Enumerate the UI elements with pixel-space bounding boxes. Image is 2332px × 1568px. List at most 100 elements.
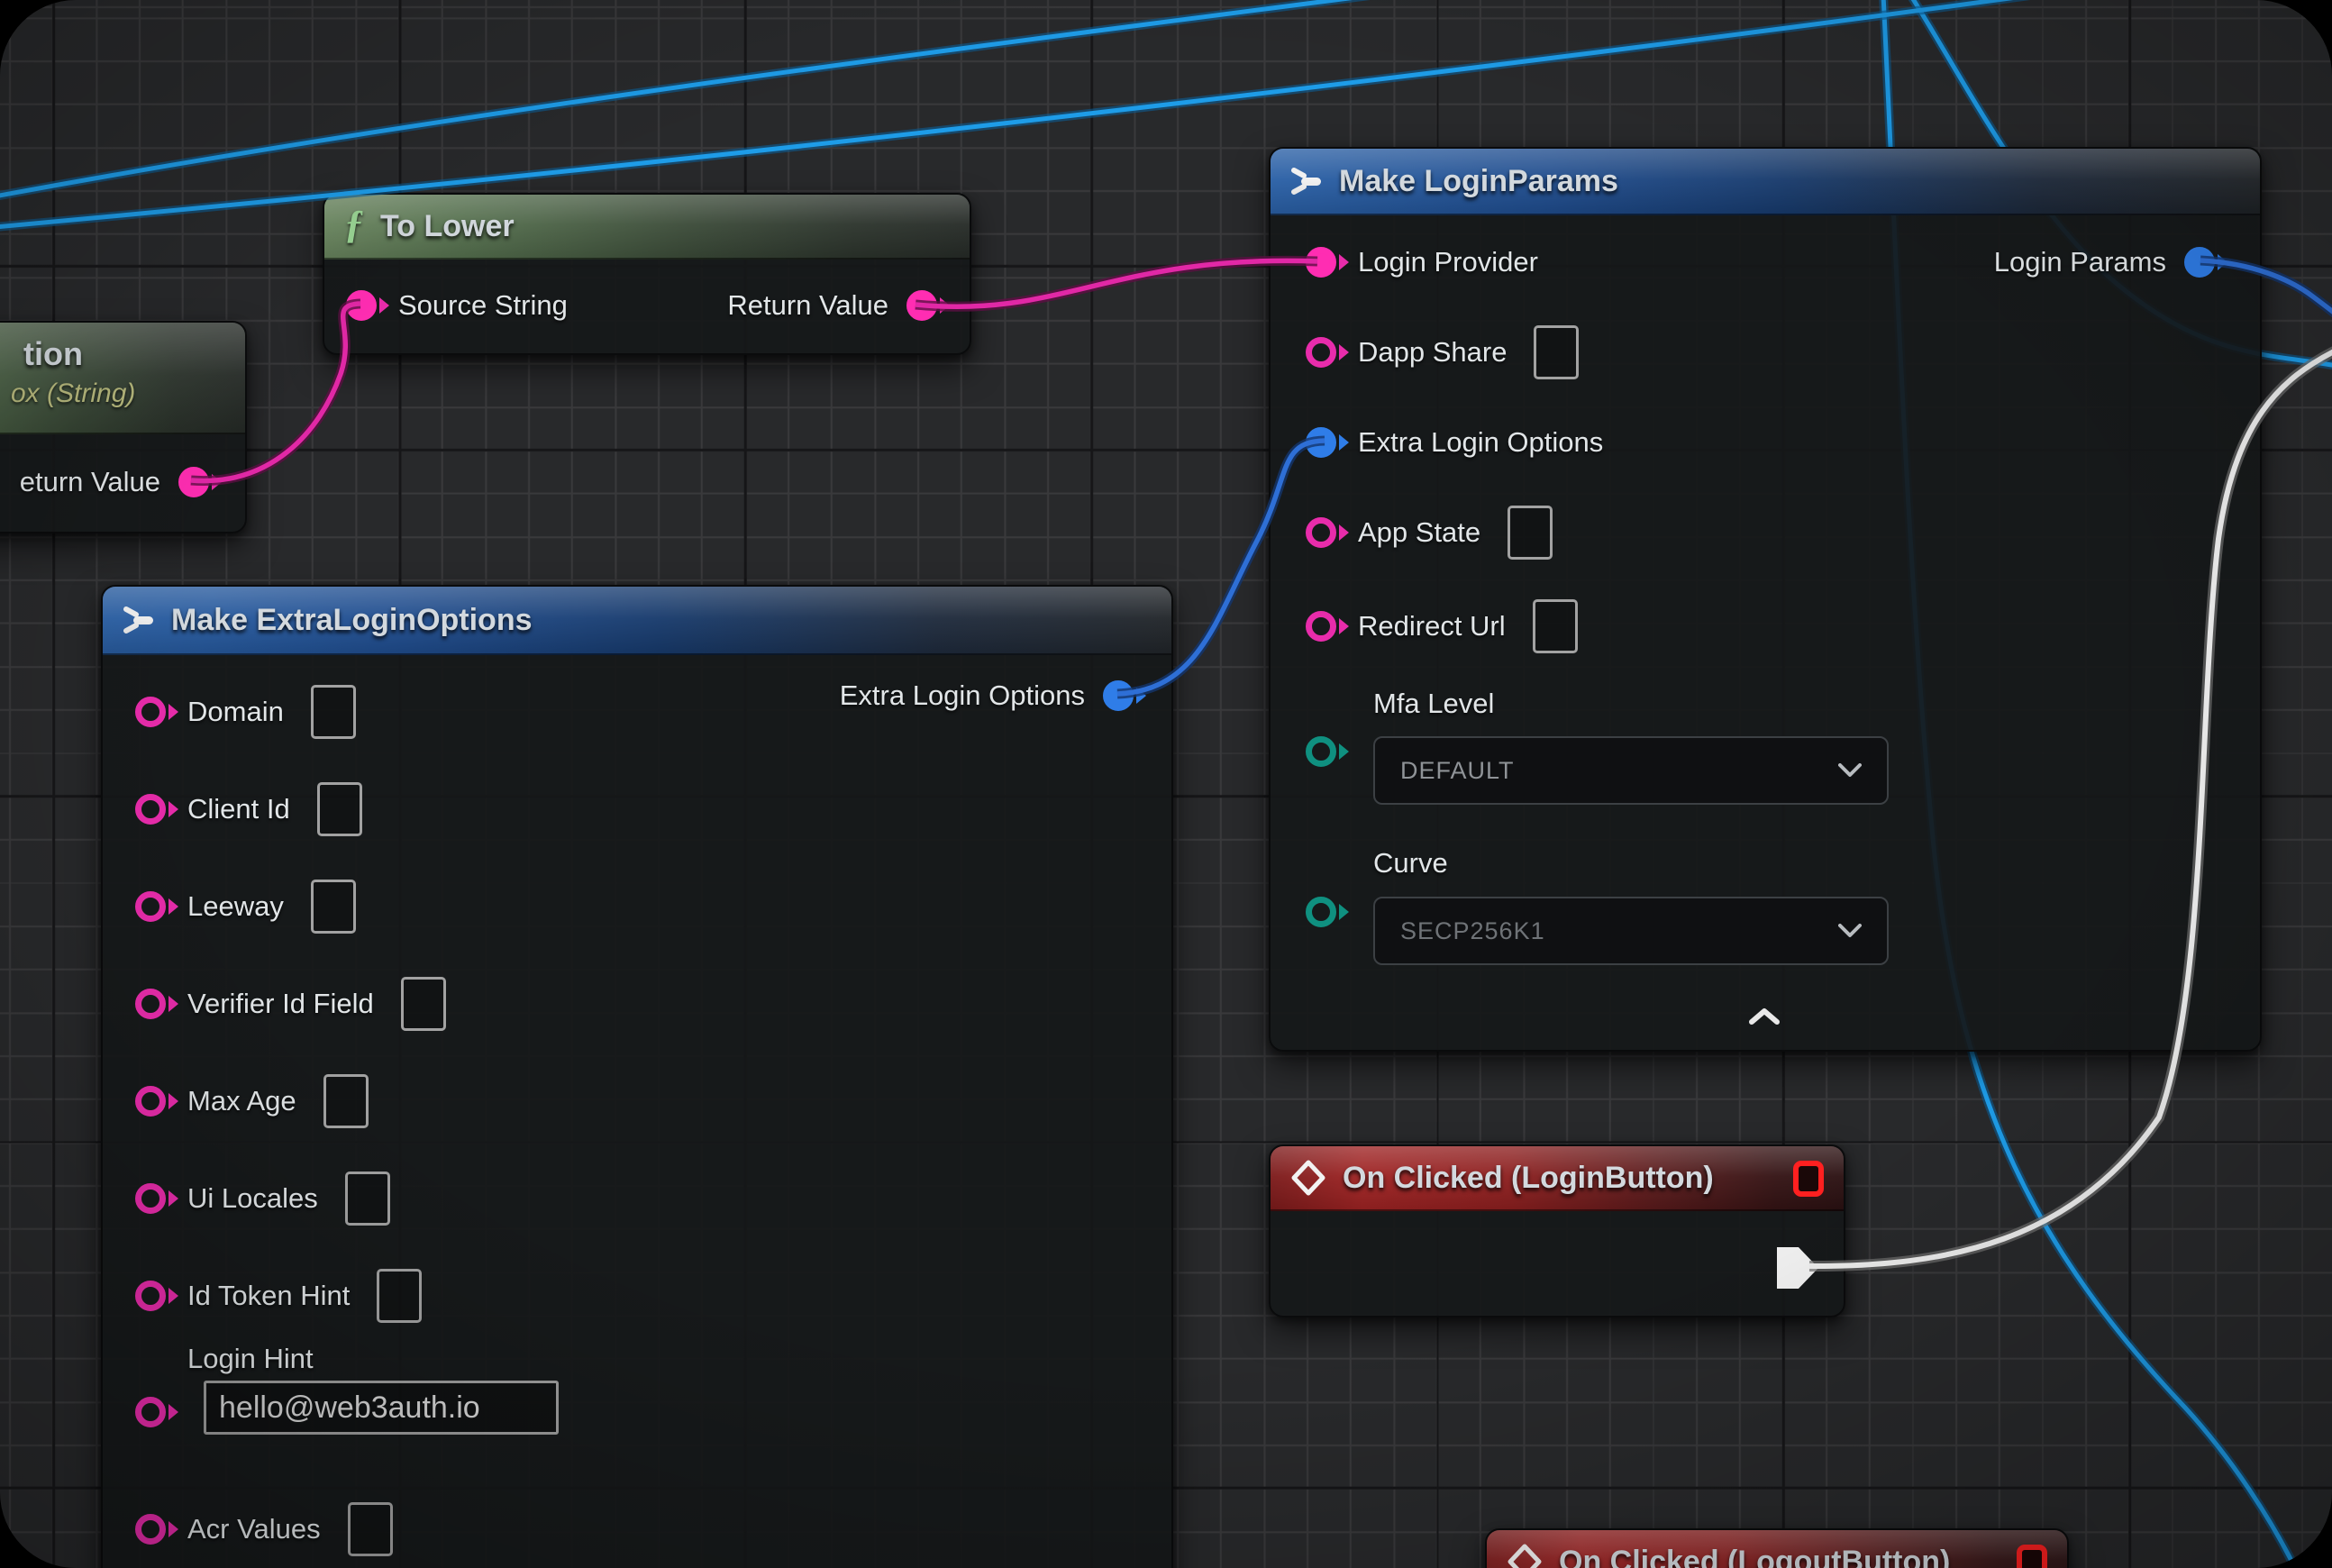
verifier-id-field-pin-label: Verifier Id Field: [187, 988, 374, 1020]
domain-input-pin[interactable]: [135, 697, 166, 727]
max-age-value-input[interactable]: [323, 1074, 369, 1128]
client-id-input-row: Client Id: [135, 782, 362, 836]
return-value-pin-label: eturn Value: [20, 466, 160, 498]
return-value-pin-label: Return Value: [727, 289, 888, 322]
dapp-share-pin-label: Dapp Share: [1358, 336, 1507, 369]
ui-locales-input-pin[interactable]: [135, 1183, 166, 1214]
client-id-pin-label: Client Id: [187, 793, 290, 825]
wire-to-lower-to-login-provider[interactable]: [915, 260, 1317, 306]
id-token-hint-pin-label: Id Token Hint: [187, 1280, 350, 1312]
ui-locales-pin-label: Ui Locales: [187, 1182, 318, 1215]
login-hint-input-pin[interactable]: [135, 1397, 166, 1427]
curve-dropdown[interactable]: SECP256K1: [1373, 897, 1889, 965]
source-string-input-row: Source String: [346, 289, 568, 322]
on-clicked-logout-header[interactable]: On Clicked (LogoutButton): [1487, 1530, 2067, 1568]
node-get-text-partial[interactable]: tion ox (String) eturn Value: [0, 321, 247, 533]
redirect-url-value-input[interactable]: [1533, 599, 1578, 653]
node-make-extra-login-options[interactable]: Make ExtraLoginOptions Extra Login Optio…: [101, 585, 1173, 1568]
curve-input-pin[interactable]: [1306, 897, 1336, 927]
debug-stop-icon[interactable]: [1793, 1161, 1824, 1197]
domain-input-row: Domain: [135, 685, 356, 739]
function-icon: ƒ: [344, 201, 364, 247]
return-value-output-pin[interactable]: [178, 467, 209, 497]
dapp-share-input-pin[interactable]: [1306, 337, 1336, 368]
make-login-params-title: Make LoginParams: [1339, 164, 1618, 199]
return-value-output-row: Return Value: [727, 289, 943, 322]
acr-values-input-row: Acr Values: [135, 1502, 393, 1556]
login-provider-input-row: Login Provider: [1306, 246, 1538, 278]
id-token-hint-input-row: Id Token Hint: [135, 1269, 422, 1323]
debug-stop-icon[interactable]: [2017, 1545, 2047, 1568]
domain-value-input[interactable]: [311, 685, 356, 739]
extra-login-options-input-pin[interactable]: [1306, 427, 1336, 458]
exec-output-pin[interactable]: [1777, 1247, 1818, 1289]
make-struct-icon: [123, 604, 155, 636]
return-value-output-pin[interactable]: [906, 290, 937, 321]
redirect-url-pin-label: Redirect Url: [1358, 610, 1506, 643]
on-clicked-login-header[interactable]: On Clicked (LoginButton): [1271, 1146, 1844, 1211]
client-id-input-pin[interactable]: [135, 794, 166, 825]
get-text-node-title: tion: [23, 335, 135, 373]
event-icon: [1507, 1544, 1543, 1568]
app-state-input-row: App State: [1306, 506, 1553, 560]
extra-login-options-pin-label: Extra Login Options: [840, 679, 1085, 712]
chevron-down-icon: [1838, 924, 1862, 938]
redirect-url-input-row: Redirect Url: [1306, 599, 1578, 653]
app-state-value-input[interactable]: [1508, 506, 1553, 560]
acr-values-pin-label: Acr Values: [187, 1513, 321, 1545]
verifier-id-field-value-input[interactable]: [401, 977, 446, 1031]
verifier-id-field-input-row: Verifier Id Field: [135, 977, 446, 1031]
dapp-share-input-row: Dapp Share: [1306, 325, 1579, 379]
node-on-clicked-login-button[interactable]: On Clicked (LoginButton): [1269, 1144, 1845, 1317]
login-hint-pin-label: Login Hint: [187, 1343, 559, 1375]
verifier-id-field-input-pin[interactable]: [135, 989, 166, 1019]
redirect-url-input-pin[interactable]: [1306, 611, 1336, 642]
make-login-params-header[interactable]: Make LoginParams: [1271, 149, 2260, 215]
app-state-pin-label: App State: [1358, 516, 1480, 549]
client-id-value-input[interactable]: [317, 782, 362, 836]
login-params-pin-label: Login Params: [1994, 246, 2166, 278]
dapp-share-value-input[interactable]: [1534, 325, 1579, 379]
login-hint-value-input[interactable]: hello@web3auth.io: [204, 1381, 559, 1435]
login-provider-input-pin[interactable]: [1306, 247, 1336, 278]
login-params-output-pin[interactable]: [2184, 247, 2215, 278]
acr-values-value-input[interactable]: [348, 1502, 393, 1556]
extra-login-options-output-row: Extra Login Options: [840, 679, 1132, 712]
blueprint-graph-canvas[interactable]: tion ox (String) eturn Value ƒ To Lower …: [0, 0, 2332, 1568]
max-age-input-row: Max Age: [135, 1074, 369, 1128]
domain-pin-label: Domain: [187, 696, 284, 728]
wire-top-cyan-1[interactable]: [0, 0, 1377, 196]
node-on-clicked-logout-button[interactable]: On Clicked (LogoutButton): [1485, 1528, 2069, 1568]
max-age-input-pin[interactable]: [135, 1086, 166, 1117]
node-make-login-params[interactable]: Make LoginParams Login Params Login Prov…: [1269, 147, 2262, 1052]
id-token-hint-input-pin[interactable]: [135, 1281, 166, 1311]
event-icon: [1290, 1160, 1326, 1196]
leeway-value-input[interactable]: [311, 880, 356, 934]
on-clicked-login-title: On Clicked (LoginButton): [1343, 1161, 1714, 1196]
to-lower-node-title: To Lower: [380, 209, 515, 244]
ui-locales-value-input[interactable]: [345, 1171, 390, 1226]
make-extra-login-options-header[interactable]: Make ExtraLoginOptions: [103, 587, 1171, 655]
chevron-down-icon: [1838, 763, 1862, 778]
login-provider-pin-label: Login Provider: [1358, 246, 1538, 278]
login-hint-input-row: Login Hint hello@web3auth.io: [135, 1390, 559, 1435]
collapse-node-button[interactable]: [1746, 1007, 1782, 1026]
app-state-input-pin[interactable]: [1306, 517, 1336, 548]
curve-value: SECP256K1: [1400, 917, 1545, 945]
mfa-level-input-pin[interactable]: [1306, 736, 1336, 767]
extra-login-options-output-pin[interactable]: [1103, 680, 1134, 711]
source-string-pin-label: Source String: [398, 289, 568, 322]
get-text-node-header[interactable]: tion ox (String): [0, 323, 245, 434]
id-token-hint-value-input[interactable]: [377, 1269, 422, 1323]
acr-values-input-pin[interactable]: [135, 1514, 166, 1545]
leeway-input-pin[interactable]: [135, 891, 166, 922]
max-age-pin-label: Max Age: [187, 1085, 296, 1117]
to-lower-node-header[interactable]: ƒ To Lower: [324, 195, 970, 260]
node-to-lower[interactable]: ƒ To Lower Source String Return Value: [323, 193, 971, 355]
ui-locales-input-row: Ui Locales: [135, 1171, 390, 1226]
mfa-level-label: Mfa Level: [1373, 688, 1494, 720]
leeway-pin-label: Leeway: [187, 890, 284, 923]
extra-login-options-input-row: Extra Login Options: [1306, 426, 1603, 459]
source-string-input-pin[interactable]: [346, 290, 377, 321]
mfa-level-dropdown[interactable]: DEFAULT: [1373, 736, 1889, 805]
